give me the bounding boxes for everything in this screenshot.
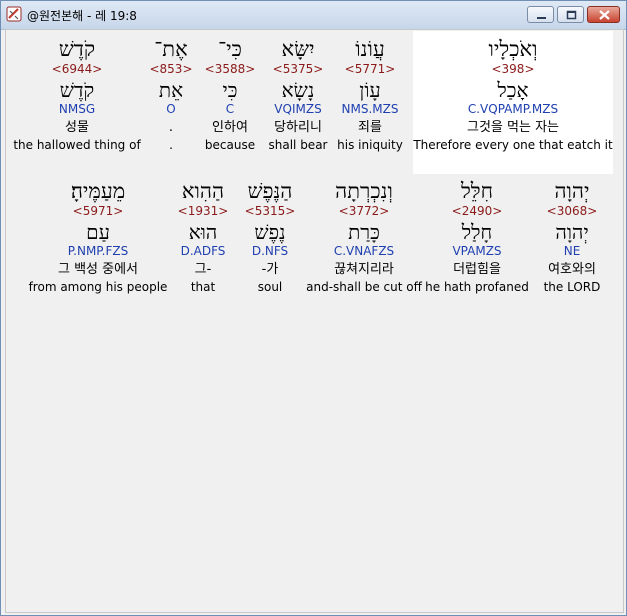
lemma: אֵת — [158, 78, 184, 102]
english-gloss: soul — [257, 280, 283, 294]
word-cell[interactable]: וְאֹכְלָיו <398> אָכַל C.VQPAMP.MZS 그것을 … — [413, 36, 613, 152]
english-gloss: shall bear — [268, 138, 328, 152]
korean-gloss: 인하여 — [212, 120, 248, 135]
morphology-code: C — [225, 102, 235, 116]
strong-number[interactable]: <3772> — [306, 204, 422, 220]
hebrew-word: הַנֶּפֶשׁ — [247, 179, 293, 203]
strong-number[interactable]: <853> — [146, 62, 196, 78]
interlinear-view: וְאֹכְלָיו <398> אָכַל C.VQPAMP.MZS 그것을 … — [5, 29, 624, 613]
window-title: @원전본해 - 레 19:8 — [27, 9, 137, 23]
korean-gloss: 그 백성 중에서 — [57, 262, 139, 277]
english-gloss: he hath profaned — [425, 280, 529, 294]
morphology-code: VQIMZS — [274, 102, 322, 116]
hebrew-word: אֶת־ — [154, 37, 188, 61]
english-gloss: because — [204, 138, 256, 152]
lemma: כִּי — [222, 78, 238, 102]
strong-number[interactable]: <5771> — [328, 62, 412, 78]
app-icon[interactable] — [6, 6, 22, 22]
strong-number[interactable]: <5315> — [238, 204, 302, 220]
lemma: יְהוָה — [555, 220, 589, 244]
minimize-icon — [537, 17, 546, 19]
morphology-code: NE — [563, 244, 581, 258]
korean-gloss: 여호와의 — [548, 262, 596, 277]
english-gloss: the hallowed thing of — [13, 138, 141, 152]
morphology-code: P.NMP.FZS — [67, 244, 129, 258]
app-window: @원전본해 - 레 19:8 וְאֹכְלָיו <398> אָכַל C.… — [0, 0, 627, 616]
word-cell[interactable]: וְנִכְרְתָה <3772> כָּרַת C.VNAFZS 끊쳐지리라… — [306, 178, 422, 294]
korean-gloss: 더럽힘을 — [453, 262, 501, 277]
lemma: חָלַל — [461, 220, 493, 244]
morphology-code: D.ADFS — [180, 244, 226, 258]
close-button[interactable] — [587, 6, 620, 23]
lemma: עַם — [86, 220, 110, 244]
lemma: הוּא — [188, 220, 218, 244]
korean-gloss: . — [168, 120, 174, 135]
lemma: אָכַל — [497, 78, 529, 102]
hebrew-word: וְאֹכְלָיו — [488, 37, 538, 61]
korean-gloss: -가 — [261, 262, 279, 277]
korean-gloss: 당하리니 — [274, 120, 322, 135]
word-cell[interactable]: יְהוָה <3068> יְהוָה NE 여호와의 the LORD — [534, 178, 610, 294]
word-cell[interactable]: עֲוֹנוֹ <5771> עָוֹן NMS.MZS 죄를 his iniq… — [328, 36, 412, 152]
word-cell[interactable]: יִשָּׂא <5375> נָשָׂא VQIMZS 당하리니 shall … — [260, 36, 336, 152]
strong-number[interactable]: <5375> — [260, 62, 336, 78]
maximize-button[interactable] — [557, 6, 584, 23]
hebrew-word: עֲוֹנוֹ — [355, 37, 385, 61]
english-gloss: the LORD — [543, 280, 601, 294]
morphology-code: C.VNAFZS — [333, 244, 395, 258]
english-gloss: his iniquity — [337, 138, 403, 152]
hebrew-word: חִלֵּל — [460, 179, 494, 203]
maximize-icon — [566, 10, 577, 20]
hebrew-word: יְהוָה — [554, 179, 590, 203]
korean-gloss: 성물 — [65, 120, 89, 135]
word-cell[interactable]: כִּי־ <3588> כִּי C 인하여 because — [200, 36, 260, 152]
morphology-code: O — [166, 102, 176, 116]
english-gloss: Therefore every one that eatch it — [413, 138, 613, 152]
korean-gloss: 그것을 먹는 자는 — [467, 120, 559, 135]
strong-number[interactable]: <398> — [413, 62, 613, 78]
morphology-code: NMSG — [58, 102, 96, 116]
strong-number[interactable]: <6944> — [12, 62, 142, 78]
strong-number[interactable]: <2490> — [424, 204, 530, 220]
lemma: כָּרַת — [348, 220, 380, 244]
morphology-code: C.VQPAMP.MZS — [467, 102, 559, 116]
minimize-button[interactable] — [527, 6, 554, 23]
hebrew-word: מֵעַמֶּיהָ׃ — [70, 179, 126, 203]
korean-gloss: 그- — [194, 262, 212, 277]
korean-gloss: 죄를 — [358, 120, 382, 135]
title-bar[interactable]: @원전본해 - 레 19:8 — [1, 1, 626, 30]
close-icon — [599, 10, 610, 20]
word-cell[interactable]: מֵעַמֶּיהָ׃ <5971> עַם P.NMP.FZS 그 백성 중에… — [28, 178, 168, 294]
hebrew-word: קֹדֶשׁ — [58, 37, 96, 61]
english-gloss: that — [190, 280, 216, 294]
lemma: קֹדֶשׁ — [59, 78, 95, 102]
lemma: עָוֹן — [359, 78, 381, 102]
word-cell[interactable]: הַהִוא <1931> הוּא D.ADFS 그- that — [171, 178, 235, 294]
lemma: נֶפֶשׁ — [254, 220, 286, 244]
word-cell[interactable]: הַנֶּפֶשׁ <5315> נֶפֶשׁ D.NFS -가 soul — [238, 178, 302, 294]
word-cell[interactable]: חִלֵּל <2490> חָלַל VPAMZS 더럽힘을 he hath … — [424, 178, 530, 294]
hebrew-word: וְנִכְרְתָה — [335, 179, 393, 203]
hebrew-word: הַהִוא — [181, 179, 225, 203]
morphology-code: NMS.MZS — [341, 102, 399, 116]
word-cell[interactable]: קֹדֶשׁ <6944> קֹדֶשׁ NMSG 성물 the hallowe… — [12, 36, 142, 152]
english-gloss: . — [169, 138, 173, 152]
morphology-code: VPAMZS — [452, 244, 502, 258]
strong-number[interactable]: <3588> — [200, 62, 260, 78]
korean-gloss: 끊쳐지리라 — [334, 262, 394, 277]
strong-number[interactable]: <3068> — [534, 204, 610, 220]
strong-number[interactable]: <5971> — [28, 204, 168, 220]
english-gloss: from among his people — [28, 280, 168, 294]
word-cell[interactable]: אֶת־ <853> אֵת O . . — [146, 36, 196, 152]
lemma: נָשָׂא — [281, 78, 315, 102]
strong-number[interactable]: <1931> — [171, 204, 235, 220]
morphology-code: D.NFS — [251, 244, 289, 258]
hebrew-word: יִשָּׂא — [281, 37, 315, 61]
hebrew-word: כִּי־ — [218, 37, 242, 61]
english-gloss: and-shall be cut off — [306, 280, 422, 294]
